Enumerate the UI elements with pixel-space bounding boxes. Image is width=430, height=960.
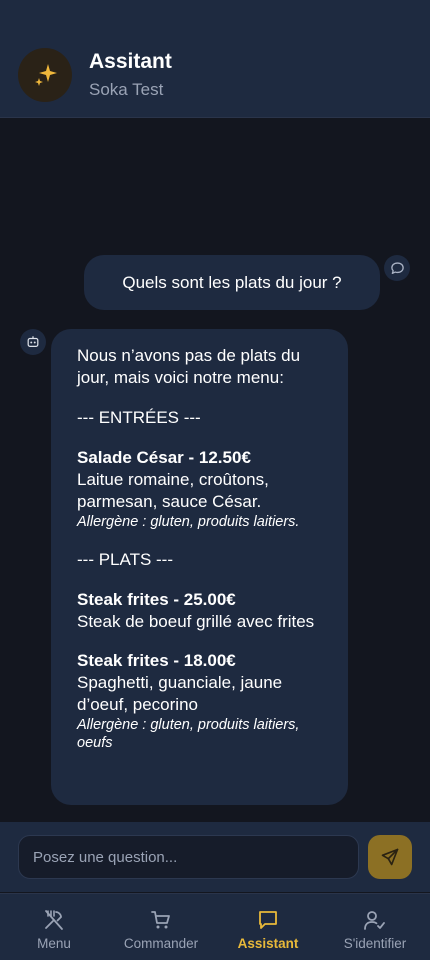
assistant-avatar bbox=[18, 48, 72, 102]
question-input[interactable] bbox=[18, 835, 359, 879]
nav-item-menu[interactable]: Menu bbox=[14, 894, 94, 960]
header-subtitle: Soka Test bbox=[89, 80, 164, 99]
send-icon bbox=[381, 848, 399, 866]
message-input-bar bbox=[0, 822, 430, 892]
section-plats-heading: --- PLATS --- bbox=[77, 550, 174, 569]
chat-icon bbox=[259, 911, 277, 929]
bottom-navigation: Menu Commander Assistant S'identifier bbox=[0, 893, 430, 960]
chat-header: Assitant Soka Test bbox=[0, 0, 430, 118]
nav-item-commander[interactable]: Commander bbox=[112, 894, 210, 960]
message-icon bbox=[384, 255, 410, 281]
utensils-icon bbox=[45, 910, 63, 930]
dish-name: Steak frites - 18.00€ bbox=[77, 651, 236, 670]
nav-label-commander: Commander bbox=[123, 936, 199, 951]
user-check-icon bbox=[364, 911, 385, 930]
user-message-bubble: Quels sont les plats du jour ? bbox=[84, 255, 380, 310]
send-button[interactable] bbox=[368, 835, 412, 879]
bot-message-bubble: Nous n’avons pas de plats du jour, mais … bbox=[51, 329, 348, 805]
nav-label-menu: Menu bbox=[37, 936, 71, 951]
header-title: Assitant bbox=[89, 50, 172, 73]
dish-description: Spaghetti, guanciale, jaune d’oeuf, peco… bbox=[77, 673, 283, 714]
dish-description: Laitue romaine, croûtons, parmesan, sauc… bbox=[77, 470, 269, 511]
nav-label-sidentifier: S'identifier bbox=[343, 936, 407, 951]
chat-area[interactable]: Quels sont les plats du jour ? Nous n’av… bbox=[0, 119, 430, 821]
nav-item-sidentifier[interactable]: S'identifier bbox=[330, 894, 420, 960]
user-message-text: Quels sont les plats du jour ? bbox=[122, 272, 342, 292]
dish-name: Steak frites - 25.00€ bbox=[77, 590, 236, 609]
nav-label-assistant: Assistant bbox=[237, 936, 299, 951]
dish-description: Steak de boeuf grillé avec frites bbox=[77, 612, 315, 631]
dish-allergen: Allergène : gluten, produits laitiers. bbox=[77, 514, 300, 530]
nav-item-assistant[interactable]: Assistant bbox=[228, 894, 308, 960]
dish-allergen: Allergène : gluten, produits laitiers, o… bbox=[77, 717, 300, 751]
bot-intro-text: Nous n’avons pas de plats du jour, mais … bbox=[77, 346, 301, 387]
section-entrees-heading: --- ENTRÉES --- bbox=[77, 408, 201, 427]
dish-name: Salade César - 12.50€ bbox=[77, 448, 251, 467]
bot-icon bbox=[20, 329, 46, 355]
cart-icon bbox=[151, 911, 170, 929]
sparkles-icon bbox=[35, 64, 57, 86]
assistant-screen: Assitant Soka Test Quels sont les plats … bbox=[0, 0, 430, 960]
